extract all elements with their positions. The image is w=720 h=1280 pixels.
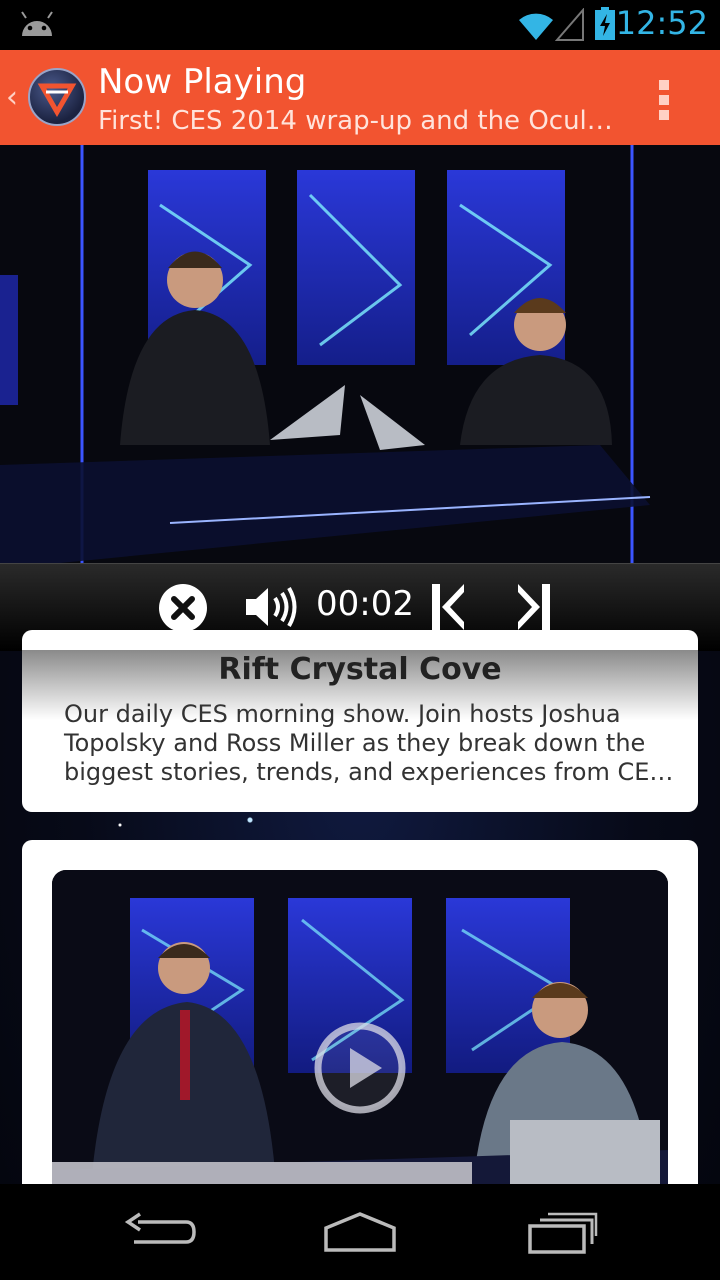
clock: 12:52 xyxy=(615,4,708,42)
signal-icon xyxy=(555,8,584,41)
action-bar: ‹ Now Playing First! CES 2014 wrap-up an… xyxy=(0,50,720,145)
video-frame-image xyxy=(0,145,720,563)
play-icon[interactable] xyxy=(312,1020,408,1116)
wifi-icon xyxy=(519,13,553,40)
volume-icon[interactable] xyxy=(244,584,298,630)
video-card[interactable] xyxy=(22,840,698,1200)
app-logo-icon[interactable] xyxy=(28,68,86,126)
episode-card[interactable]: Rift Crystal Cove Our daily CES morning … xyxy=(22,630,698,812)
video-player[interactable] xyxy=(0,145,720,563)
next-icon[interactable] xyxy=(516,582,552,632)
episode-title: Rift Crystal Cove xyxy=(218,652,502,687)
elapsed-time: 00:02 xyxy=(316,584,414,624)
video-thumbnail[interactable] xyxy=(52,870,668,1200)
navigation-bar xyxy=(0,1184,720,1280)
home-icon[interactable] xyxy=(322,1212,398,1252)
episode-description: Our daily CES morning show. Join hosts J… xyxy=(64,700,674,786)
close-icon[interactable] xyxy=(158,583,208,633)
android-icon xyxy=(21,11,53,36)
overflow-menu-icon[interactable] xyxy=(652,78,676,122)
status-bar: 12:52 xyxy=(0,0,720,50)
page-title: Now Playing xyxy=(98,62,307,102)
up-caret-icon[interactable]: ‹ xyxy=(6,80,18,115)
battery-charging-icon xyxy=(595,7,615,40)
now-playing-subtitle: First! CES 2014 wrap-up and the Ocul… xyxy=(98,106,613,136)
recent-apps-icon[interactable] xyxy=(526,1212,598,1254)
previous-icon[interactable] xyxy=(430,582,466,632)
back-icon[interactable] xyxy=(124,1212,196,1252)
